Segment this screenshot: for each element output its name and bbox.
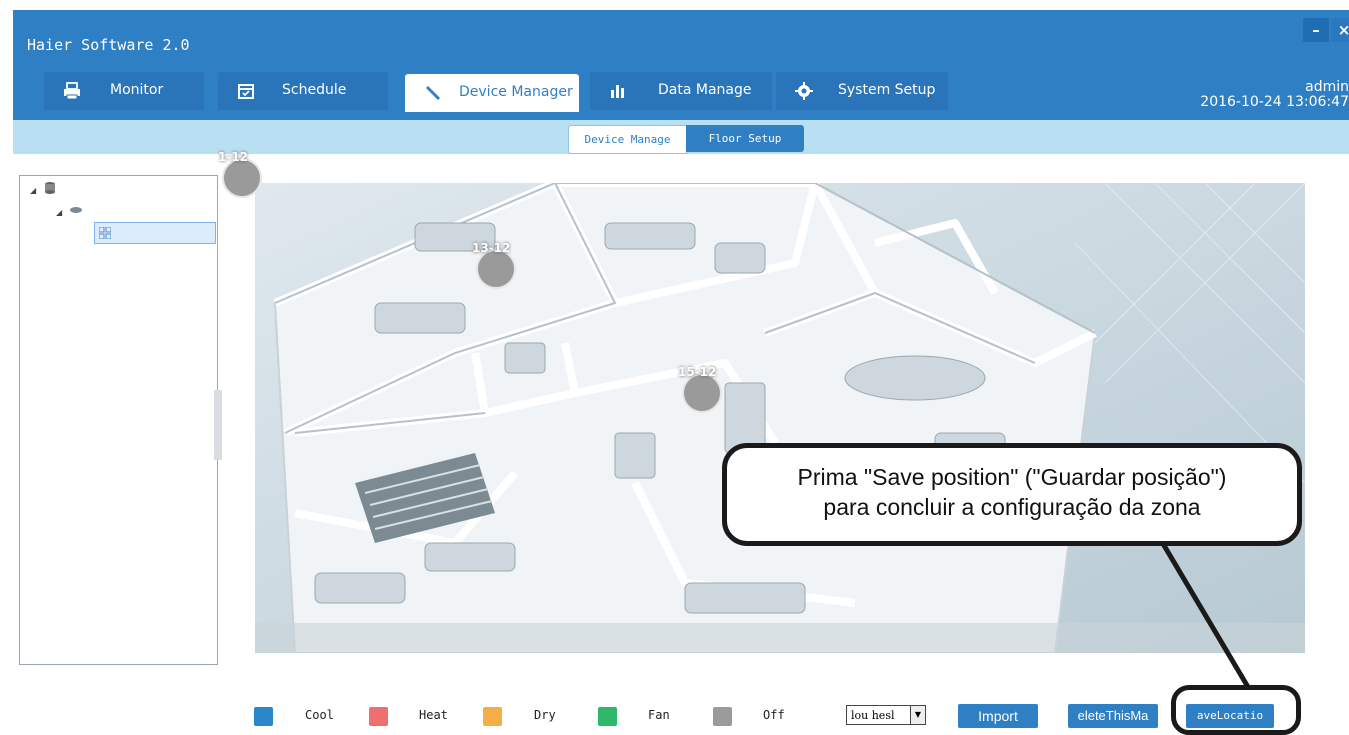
- legend-label-off: Off: [763, 708, 785, 722]
- legend-swatch-dry: [483, 707, 502, 726]
- legend-label-fan: Fan: [648, 708, 670, 722]
- legend-swatch-off: [713, 707, 732, 726]
- legend-swatch-fan: [598, 707, 617, 726]
- floor-select[interactable]: lou hesl ▼: [846, 705, 926, 725]
- callout-pointer: [1159, 540, 1251, 689]
- chevron-down-icon[interactable]: ▼: [910, 706, 925, 724]
- legend-swatch-heat: [369, 707, 388, 726]
- legend-swatch-cool: [254, 707, 273, 726]
- import-button[interactable]: Import: [958, 704, 1038, 728]
- legend-label-heat: Heat: [419, 708, 448, 722]
- floor-select-value: lou hesl: [851, 709, 895, 722]
- legend-label-dry: Dry: [534, 708, 556, 722]
- delete-map-button[interactable]: eleteThisMa: [1068, 704, 1158, 728]
- save-location-button[interactable]: aveLocatio: [1186, 704, 1274, 728]
- legend-label-cool: Cool: [305, 708, 334, 722]
